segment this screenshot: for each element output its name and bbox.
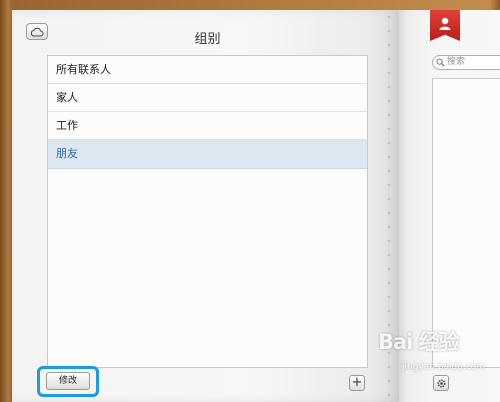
search-placeholder: 搜索 [447,57,466,67]
page-title: 组别 [194,32,221,47]
watermark-brand: Bai 经验 [378,330,460,354]
address-book-window: 组别 所有联系人 家人 工作 朋友 修改 + 搜索 Bai 经验 jingyan… [0,0,500,402]
search-icon [436,58,445,67]
cloud-icon [30,27,44,36]
baidu-jingyan-watermark: Bai 经验 jingyan.baidu.com [372,322,500,384]
group-row-family[interactable]: 家人 [48,84,367,112]
group-row-all-contacts[interactable]: 所有联系人 [48,56,367,84]
group-list: 所有联系人 家人 工作 朋友 [47,55,368,368]
group-row-friends[interactable]: 朋友 [48,140,367,169]
edit-button[interactable]: 修改 [46,372,90,390]
icloud-button[interactable] [26,23,48,40]
add-group-button[interactable]: + [349,375,365,391]
group-row-work[interactable]: 工作 [48,112,367,140]
watermark-site: jingyan.baidu.com [402,362,486,372]
person-icon [439,17,451,30]
search-input[interactable]: 搜索 [432,55,500,70]
